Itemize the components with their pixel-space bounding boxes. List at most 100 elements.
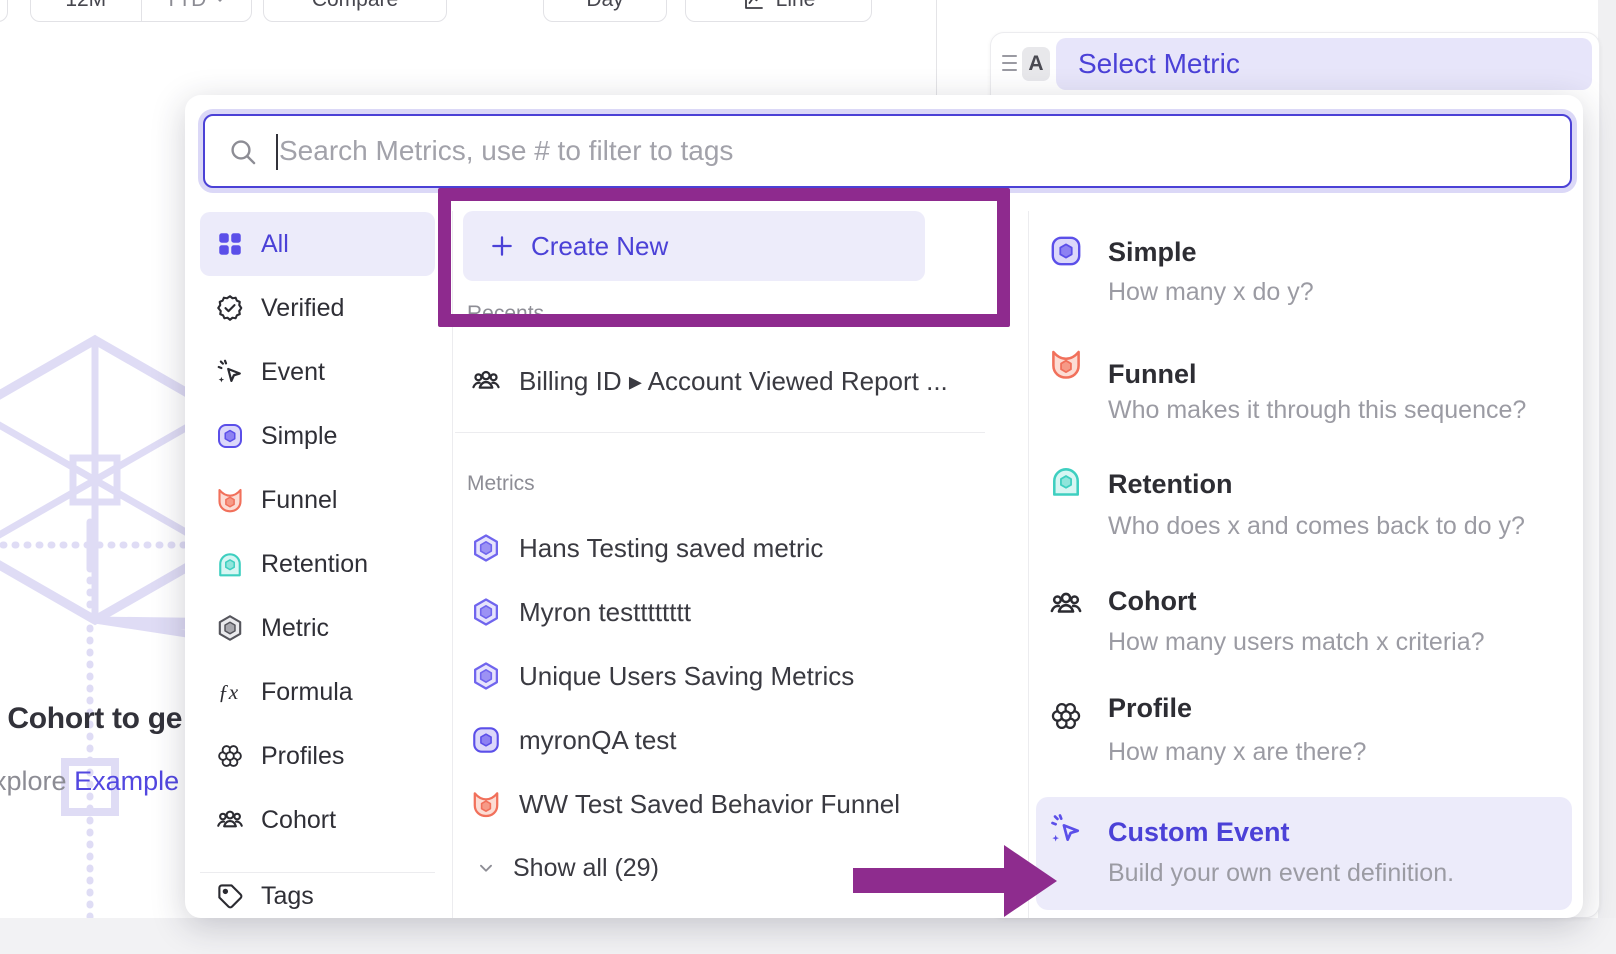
sidebar-item-retention[interactable]: Retention (200, 532, 435, 596)
profiles-icon (215, 741, 245, 771)
funnel-icon (470, 788, 502, 820)
chevron-down-icon (475, 857, 497, 879)
saved-metric-label: Unique Users Saving Metrics (519, 661, 854, 692)
cohort-icon (215, 805, 245, 835)
sidebar-item-label: Tags (261, 882, 314, 911)
simple-icon (1048, 233, 1084, 269)
sidebar-bottom-divider (200, 872, 435, 873)
sidebar-item-label: Funnel (261, 486, 337, 515)
metric-type-description: Who does x and comes back to do y? (1108, 512, 1525, 541)
funnel-icon (1048, 346, 1084, 382)
metric-slot-badge: A (1022, 47, 1050, 81)
metric-type-title: Retention (1108, 469, 1233, 500)
search-field (203, 114, 1572, 188)
saved-metric-label: Myron testttttttt (519, 597, 691, 628)
sidebar-item-label: Profiles (261, 742, 344, 771)
range-ytd-button[interactable]: YTD (141, 0, 252, 21)
text-cursor (276, 134, 278, 170)
metric-type-description: Build your own event definition. (1108, 859, 1454, 888)
range-12m-button[interactable]: 12M (31, 0, 141, 21)
sidebar-item-verified[interactable]: Verified (200, 276, 435, 340)
cohort-icon (1048, 586, 1084, 622)
metric-hex-purple-icon (470, 596, 502, 628)
annotation-arrow-head (1004, 845, 1057, 917)
saved-metric-item[interactable]: WW Test Saved Behavior Funnel (463, 772, 1003, 836)
sidebar-item-label: Simple (261, 422, 337, 451)
sidebar-item-label: Metric (261, 614, 329, 643)
sidebar-item-label: Cohort (261, 806, 336, 835)
metrics-section-label: Metrics (467, 472, 535, 496)
show-all-button[interactable]: Show all (29) (470, 850, 870, 886)
metric-gray-icon (215, 613, 245, 643)
annotation-arrow (853, 868, 1006, 893)
retention-icon (1048, 463, 1084, 499)
simple-icon (470, 724, 502, 756)
clipped-toolbar-button[interactable] (0, 0, 8, 22)
sidebar-item-all[interactable]: All (200, 212, 435, 276)
sidebar-item-label: Formula (261, 678, 353, 707)
granularity-day-button[interactable]: Day (543, 0, 667, 22)
metric-hex-purple-icon (470, 660, 502, 692)
column-divider (1028, 211, 1029, 918)
metric-type-description: How many users match x criteria? (1108, 628, 1485, 657)
select-metric-button[interactable]: Select Metric (1056, 38, 1592, 90)
page-background-right (1598, 0, 1616, 954)
sidebar-item-label: Event (261, 358, 325, 387)
metric-type-title: Cohort (1108, 586, 1196, 617)
page-background-bottom (0, 918, 1616, 954)
example-link[interactable]: Example (74, 766, 179, 796)
recents-divider (455, 432, 985, 433)
canvas-empty-state-subtext: xplore Example (0, 766, 179, 797)
canvas-empty-state-heading: r Cohort to ge (0, 702, 182, 736)
retention-icon (215, 549, 245, 579)
sidebar-item-formula[interactable]: ƒx Formula (200, 660, 435, 724)
verified-icon (215, 293, 245, 323)
custom-event-highlight (1036, 797, 1572, 910)
drag-handle-icon[interactable] (1002, 55, 1017, 75)
custom-event-icon (1048, 811, 1084, 847)
line-chart-icon (742, 0, 766, 12)
profiles-icon (1048, 698, 1084, 734)
caret-down-icon (212, 0, 228, 8)
formula-icon: ƒx (215, 677, 245, 707)
saved-metric-item[interactable]: Myron testttttttt (463, 580, 1003, 644)
recent-item[interactable]: Billing ID ▸ Account Viewed Report ... (463, 349, 1003, 413)
saved-metric-item[interactable]: Unique Users Saving Metrics (463, 644, 1003, 708)
sidebar-item-label: All (261, 230, 289, 259)
search-icon (227, 136, 259, 168)
funnel-icon (215, 485, 245, 515)
tag-icon (215, 881, 245, 911)
search-input[interactable] (279, 116, 1559, 186)
cohort-icon (470, 365, 502, 397)
sidebar-item-label: Retention (261, 550, 368, 579)
grid-icon (215, 229, 245, 259)
saved-metric-label: Hans Testing saved metric (519, 533, 823, 564)
sidebar-item-cohort[interactable]: Cohort (200, 788, 435, 852)
metric-type-title: Custom Event (1108, 817, 1290, 848)
sidebar-item-funnel[interactable]: Funnel (200, 468, 435, 532)
metric-type-title: Funnel (1108, 359, 1197, 390)
metric-hex-purple-icon (470, 532, 502, 564)
metric-type-title: Profile (1108, 693, 1192, 724)
compare-button[interactable]: Compare (263, 0, 447, 22)
saved-metric-item[interactable]: myronQA test (463, 708, 1003, 772)
simple-icon (215, 421, 245, 451)
saved-metric-label: WW Test Saved Behavior Funnel (519, 789, 900, 820)
sidebar-item-profiles[interactable]: Profiles (200, 724, 435, 788)
event-icon (215, 357, 245, 387)
annotation-highlight-box (438, 188, 1010, 327)
sidebar-item-label: Verified (261, 294, 344, 323)
sidebar-item-metric[interactable]: Metric (200, 596, 435, 660)
metric-type-description: How many x are there? (1108, 738, 1366, 767)
saved-metric-item[interactable]: Hans Testing saved metric (463, 516, 1003, 580)
sidebar-item-event[interactable]: Event (200, 340, 435, 404)
svg-text:ƒx: ƒx (218, 680, 239, 704)
saved-metric-label: myronQA test (519, 725, 677, 756)
metric-type-description: How many x do y? (1108, 278, 1314, 307)
date-range-segmented-control: 12M YTD (30, 0, 252, 22)
recent-item-label: Billing ID ▸ Account Viewed Report ... (519, 366, 948, 397)
sidebar-item-simple[interactable]: Simple (200, 404, 435, 468)
metric-type-description: Who makes it through this sequence? (1108, 396, 1526, 425)
metric-type-title: Simple (1108, 237, 1197, 268)
chart-type-line-button[interactable]: Line (685, 0, 872, 22)
